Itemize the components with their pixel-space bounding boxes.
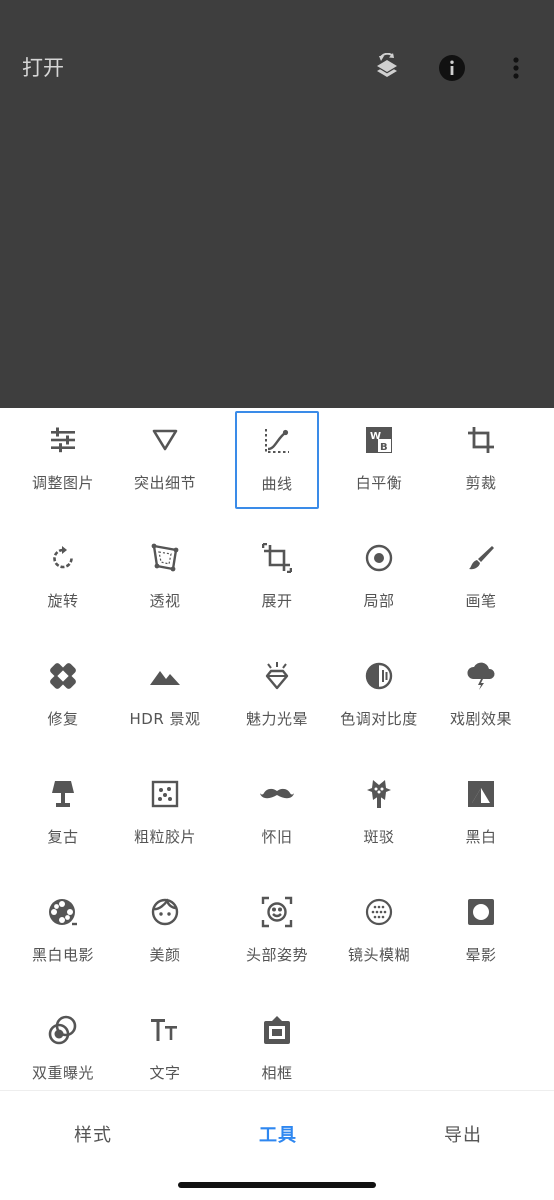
tool-white-balance[interactable]: W B 白平衡 [337,410,421,508]
tool-perspective[interactable]: 透视 [123,528,207,626]
tab-export[interactable]: 导出 [444,1121,482,1147]
tool-label: 斑驳 [363,828,395,846]
crop-icon [463,422,499,458]
tool-retrolux[interactable]: 怀旧 [235,764,319,862]
tool-label: 白平衡 [355,474,403,492]
tool-label: 美颜 [149,946,181,964]
drama-cloud-icon [463,658,499,694]
tool-label: 头部姿势 [245,946,308,964]
tool-head-pose[interactable]: 头部姿势 [235,882,319,980]
tool-label: 文字 [149,1064,181,1082]
tool-label: 画笔 [465,592,497,610]
black-white-icon [463,776,499,812]
grainy-film-icon [147,776,183,812]
tool-vintage[interactable]: 复古 [21,764,105,862]
healing-bandage-icon [45,658,81,694]
tool-hdr-scape[interactable]: HDR 景观 [123,646,207,744]
tool-rotate[interactable]: 旋转 [21,528,105,626]
expand-icon [259,540,295,576]
tool-expand[interactable]: 展开 [235,528,319,626]
tool-selective[interactable]: 局部 [337,528,421,626]
tool-label: 镜头模糊 [347,946,410,964]
tool-label: 双重曝光 [31,1064,94,1082]
tool-drama[interactable]: 戏剧效果 [439,646,523,744]
tool-brush[interactable]: 画笔 [439,528,523,626]
tool-label: 调整图片 [31,474,94,492]
tool-label: 相框 [261,1064,293,1082]
tool-black-white[interactable]: 黑白 [439,764,523,862]
open-button[interactable]: 打开 [22,52,64,82]
tool-glamour-glow[interactable]: 魅力光晕 [235,646,319,744]
tool-label: 戏剧效果 [449,710,512,728]
tool-label: HDR 景观 [129,710,201,728]
tool-label: 色调对比度 [340,710,418,728]
tool-label: 晕影 [465,946,497,964]
vignette-icon [463,894,499,930]
tool-label: 魅力光晕 [245,710,308,728]
tool-crop[interactable]: 剪裁 [439,410,523,508]
info-icon[interactable] [432,48,472,88]
perspective-icon [147,540,183,576]
tonal-contrast-icon [361,658,397,694]
tool-label: 黑白电影 [31,946,94,964]
tool-grunge[interactable]: 斑驳 [337,764,421,862]
tune-sliders-icon [45,422,81,458]
tool-label: 复古 [47,828,79,846]
head-pose-icon [259,894,295,930]
tool-lens-blur[interactable]: 镜头模糊 [337,882,421,980]
tool-label: 怀旧 [261,828,293,846]
tool-double-exposure[interactable]: 双重曝光 [21,1000,105,1098]
tool-label: 展开 [261,592,293,610]
brush-icon [463,540,499,576]
vintage-lamp-icon [45,776,81,812]
curves-icon [259,423,295,459]
tab-tools[interactable]: 工具 [259,1121,297,1147]
white-balance-icon: W B [361,422,397,458]
home-indicator [178,1182,376,1188]
tool-details[interactable]: 突出细节 [123,410,207,508]
image-preview-area: 打开 [0,0,554,408]
tool-noir[interactable]: 黑白电影 [21,882,105,980]
frame-icon [259,1012,295,1048]
tool-label: 局部 [363,592,395,610]
grunge-guitar-icon [361,776,397,812]
retrolux-mustache-icon [259,776,295,812]
tool-label: 修复 [47,710,79,728]
tool-label: 透视 [149,592,181,610]
rotate-icon [45,540,81,576]
film-reel-icon [45,894,81,930]
selective-icon [361,540,397,576]
double-exposure-icon [45,1012,81,1048]
tool-label: 曲线 [261,475,293,493]
tool-label: 粗粒胶片 [133,828,196,846]
tool-label: 黑白 [465,828,497,846]
tool-text[interactable]: 文字 [123,1000,207,1098]
details-triangle-icon [147,422,183,458]
tool-label: 旋转 [47,592,79,610]
tool-label: 剪裁 [465,474,497,492]
lens-blur-icon [361,894,397,930]
layers-undo-icon[interactable] [367,48,407,88]
svg-text:B: B [380,442,388,453]
tool-label: 突出细节 [133,474,196,492]
tool-tonal-contrast[interactable]: 色调对比度 [337,646,421,744]
tool-face-enhance[interactable]: 美颜 [123,882,207,980]
tab-styles[interactable]: 样式 [74,1121,112,1147]
face-glow-icon [147,894,183,930]
glamour-glow-icon [259,658,295,694]
more-options-icon[interactable] [496,48,536,88]
tool-tune-image[interactable]: 调整图片 [21,410,105,508]
tool-curves[interactable]: 曲线 [235,411,319,509]
tool-vignette[interactable]: 晕影 [439,882,523,980]
tool-grainy-film[interactable]: 粗粒胶片 [123,764,207,862]
hdr-mountains-icon [147,658,183,694]
tool-healing[interactable]: 修复 [21,646,105,744]
tool-frame[interactable]: 相框 [235,1000,319,1098]
text-icon [147,1012,183,1048]
